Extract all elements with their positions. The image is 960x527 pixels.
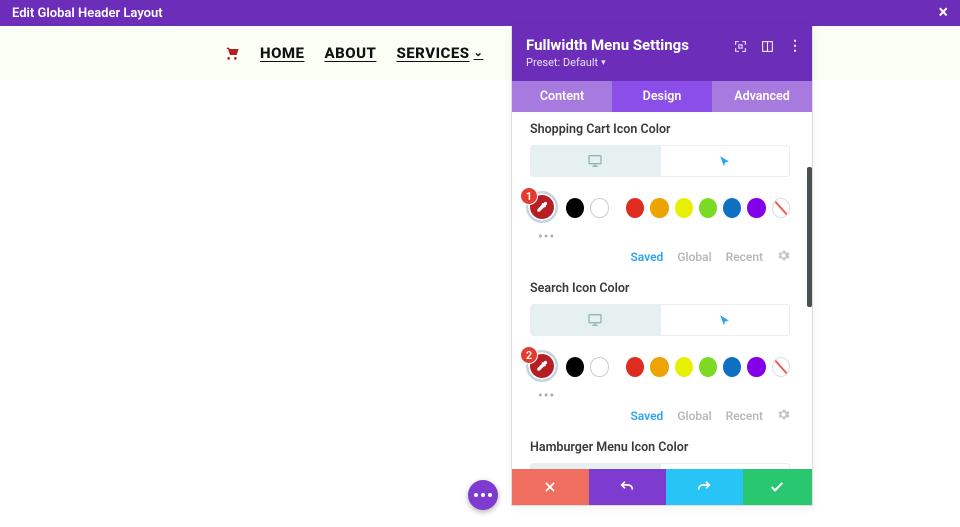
palette-mode-row: Saved Global Recent	[530, 408, 790, 424]
undo-button[interactable]	[589, 469, 666, 505]
scrollbar-thumb[interactable]	[807, 167, 812, 307]
hover-state-button[interactable]	[661, 146, 790, 176]
ellipsis-icon	[474, 493, 492, 497]
color-row-search: 2	[530, 350, 790, 384]
redo-button[interactable]	[666, 469, 743, 505]
desktop-state-button[interactable]	[531, 464, 661, 469]
tab-content[interactable]: Content	[512, 81, 612, 112]
swatch-purple[interactable]	[747, 198, 765, 218]
tab-design[interactable]: Design	[612, 81, 712, 112]
close-editor-button[interactable]: ×	[938, 4, 948, 22]
nav-home[interactable]: HOME	[260, 44, 304, 62]
section-hamburger-label: Hamburger Menu Icon Color	[530, 440, 812, 455]
palette-mode-row: Saved Global Recent	[530, 249, 790, 265]
expand-icon[interactable]	[734, 40, 747, 53]
swatch-green[interactable]	[699, 357, 717, 377]
panel-layout-icon[interactable]	[761, 40, 774, 53]
section-search-label: Search Icon Color	[530, 281, 812, 296]
section-cart-label: Shopping Cart Icon Color	[530, 122, 812, 137]
gear-icon[interactable]	[777, 408, 790, 424]
panel-footer	[512, 469, 812, 505]
more-options-icon[interactable]: •••	[538, 229, 812, 245]
responsive-toggle-row	[530, 463, 790, 469]
palette-recent[interactable]: Recent	[726, 250, 763, 264]
save-button[interactable]	[743, 469, 812, 505]
desktop-state-button[interactable]	[531, 146, 661, 176]
preset-selector[interactable]: Preset: Default ▾	[526, 56, 798, 69]
nav-services-label: SERVICES	[396, 44, 469, 62]
panel-tabs: Content Design Advanced	[512, 81, 812, 112]
swatch-transparent[interactable]	[772, 357, 790, 377]
swatch-red[interactable]	[626, 198, 644, 218]
preview-header: HOME ABOUT SERVICES ⌄	[0, 26, 960, 80]
editor-title: Edit Global Header Layout	[12, 6, 163, 21]
discard-button[interactable]	[512, 469, 589, 505]
hover-state-button[interactable]	[661, 464, 790, 469]
editor-topbar: Edit Global Header Layout ×	[0, 0, 960, 26]
color-row-cart: 1	[530, 191, 790, 225]
swatch-yellow[interactable]	[675, 357, 693, 377]
chevron-down-icon: ⌄	[474, 46, 484, 59]
palette-recent[interactable]: Recent	[726, 409, 763, 423]
kebab-menu-icon[interactable]: ⋮	[788, 38, 802, 54]
swatch-transparent[interactable]	[772, 198, 790, 218]
responsive-toggle-row	[530, 145, 790, 177]
step-badge-1: 1	[520, 187, 538, 205]
panel-header: Fullwidth Menu Settings Preset: Default …	[512, 26, 812, 81]
swatch-yellow[interactable]	[675, 198, 693, 218]
tab-advanced[interactable]: Advanced	[712, 81, 812, 112]
swatch-white[interactable]	[590, 357, 608, 377]
desktop-state-button[interactable]	[531, 305, 661, 335]
palette-saved[interactable]: Saved	[630, 409, 663, 423]
palette-global[interactable]: Global	[677, 409, 711, 423]
swatch-orange[interactable]	[650, 357, 668, 377]
preset-label: Preset: Default	[526, 56, 598, 69]
settings-panel: Fullwidth Menu Settings Preset: Default …	[511, 26, 813, 506]
swatch-red[interactable]	[626, 357, 644, 377]
swatch-blue[interactable]	[723, 357, 741, 377]
hover-state-button[interactable]	[661, 305, 790, 335]
step-badge-2: 2	[520, 346, 538, 364]
swatch-white[interactable]	[590, 198, 608, 218]
palette-global[interactable]: Global	[677, 250, 711, 264]
nav-about[interactable]: ABOUT	[324, 44, 376, 62]
responsive-toggle-row	[530, 304, 790, 336]
gear-icon[interactable]	[777, 249, 790, 265]
swatch-orange[interactable]	[650, 198, 668, 218]
swatch-black[interactable]	[566, 357, 584, 377]
primary-nav: HOME ABOUT SERVICES ⌄	[224, 44, 483, 62]
swatch-black[interactable]	[566, 198, 584, 218]
cart-icon[interactable]	[224, 45, 240, 61]
swatch-blue[interactable]	[723, 198, 741, 218]
panel-scroll-area: Shopping Cart Icon Color 1	[512, 112, 812, 469]
scrollbar[interactable]	[807, 112, 812, 469]
chevron-down-icon: ▾	[601, 58, 606, 68]
more-actions-fab[interactable]	[468, 480, 498, 510]
swatch-green[interactable]	[699, 198, 717, 218]
palette-saved[interactable]: Saved	[630, 250, 663, 264]
swatch-purple[interactable]	[747, 357, 765, 377]
nav-services[interactable]: SERVICES ⌄	[396, 44, 483, 62]
more-options-icon[interactable]: •••	[538, 388, 812, 404]
